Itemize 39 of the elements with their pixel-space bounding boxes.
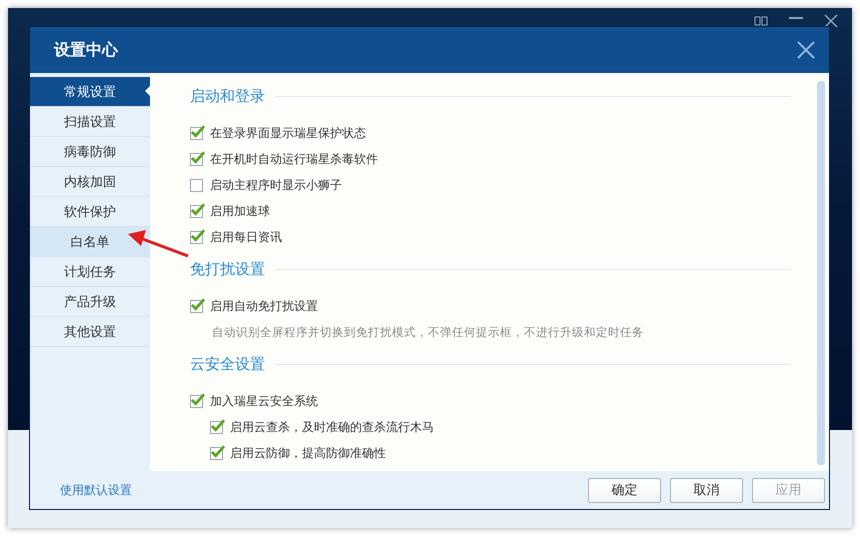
option-description: 自动识别全屏程序并切换到免打扰模式，不弹任何提示框，不进行升级和定时任务 — [211, 324, 645, 340]
option-label: 启动主程序时显示小狮子 — [210, 176, 342, 194]
option-label: 启用加速球 — [210, 202, 270, 220]
option-label: 启用云查杀，及时准确的查杀流行木马 — [230, 418, 434, 436]
sidebar-item[interactable]: 白名单 — [30, 227, 150, 257]
dialog-button[interactable]: 确定 — [588, 478, 661, 502]
option-label: 在开机时自动运行瑞星杀毒软件 — [210, 150, 378, 168]
checkbox[interactable] — [190, 394, 203, 408]
section-title: 云安全设置 — [190, 355, 265, 374]
sidebar-item[interactable]: 其他设置 — [30, 317, 150, 347]
grid-icon[interactable] — [754, 16, 768, 26]
section-title: 免打扰设置 — [190, 260, 265, 279]
checkbox[interactable] — [190, 300, 203, 312]
option-label: 启用每日资讯 — [210, 228, 282, 246]
sidebar-item[interactable]: 扫描设置 — [30, 107, 150, 137]
checkbox[interactable] — [210, 446, 223, 460]
sidebar-item[interactable]: 常规设置 — [30, 77, 150, 107]
sidebar-item[interactable]: 病毒防御 — [30, 137, 150, 167]
close-icon[interactable] — [824, 14, 838, 28]
sidebar-item[interactable]: 内核加固 — [30, 167, 150, 197]
checkbox[interactable] — [190, 230, 203, 244]
sidebar-item[interactable]: 计划任务 — [30, 257, 150, 287]
default-settings-link[interactable]: 使用默认设置 — [60, 482, 132, 498]
checkbox[interactable] — [190, 178, 203, 192]
dialog-title: 设置中心 — [54, 40, 118, 60]
checkbox[interactable] — [210, 420, 223, 434]
checkbox[interactable] — [190, 126, 203, 140]
scrollbar[interactable] — [817, 81, 825, 465]
option-label: 启用自动免打扰设置 — [210, 298, 318, 314]
checkbox[interactable] — [190, 152, 203, 166]
annotation-arrow — [126, 230, 190, 258]
checkbox[interactable] — [190, 204, 203, 218]
close-button[interactable] — [795, 39, 817, 61]
option-label: 在登录界面显示瑞星保护状态 — [210, 124, 366, 142]
option-label: 加入瑞星云安全系统 — [210, 392, 318, 410]
dialog-button[interactable]: 取消 — [670, 478, 743, 502]
sidebar-item[interactable]: 产品升级 — [30, 287, 150, 317]
option-label: 启用云防御，提高防御准确性 — [230, 444, 386, 462]
section-title: 启动和登录 — [190, 87, 265, 106]
